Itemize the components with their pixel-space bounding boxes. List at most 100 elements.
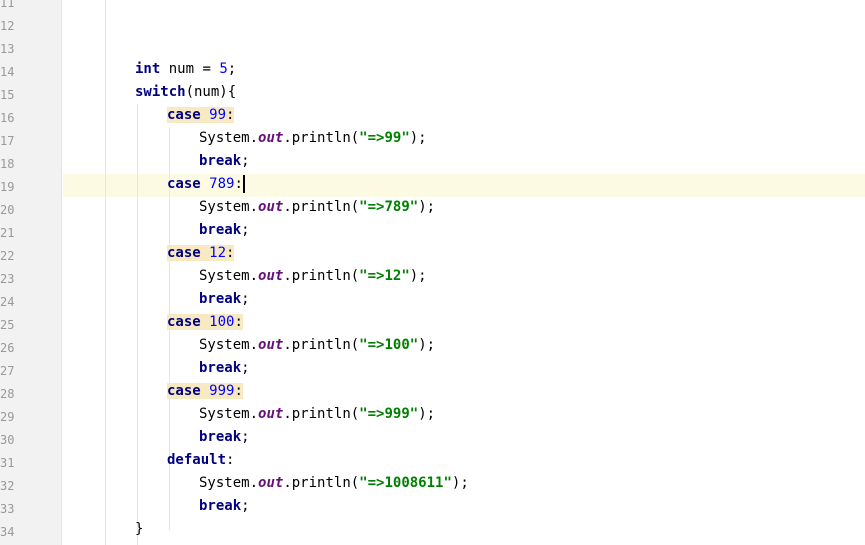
indent-guide xyxy=(137,104,138,545)
number-literal: 100 xyxy=(200,314,235,330)
code-line-26: System.out.println("=>100"); xyxy=(199,334,435,357)
code-text: .println( xyxy=(283,130,360,146)
code-line-18: break; xyxy=(199,150,250,173)
code-line-16: case 99: xyxy=(167,104,235,127)
code-text: System. xyxy=(199,268,259,284)
code-text: .println( xyxy=(283,337,360,353)
static-field: out xyxy=(258,406,284,422)
code-text: .println( xyxy=(283,475,360,491)
code-text: : xyxy=(226,245,235,261)
number-literal: 99 xyxy=(200,107,227,123)
number-literal: 12 xyxy=(200,245,227,261)
static-field: out xyxy=(258,337,284,353)
code-text: ); xyxy=(409,130,427,146)
string-literal: "=>12" xyxy=(359,268,410,284)
code-line-30: break; xyxy=(199,426,250,449)
line-number-gutter: 11 12 13 14 15 16 17 18 19 20 21 22 23 24 25 26 27 28 29 30… xyxy=(0,0,62,545)
code-text: ; xyxy=(241,291,250,307)
keyword: case xyxy=(167,176,201,192)
code-line-19: case 789: xyxy=(167,173,245,196)
code-text: System. xyxy=(199,199,259,215)
string-literal: "=>99" xyxy=(359,130,410,146)
keyword: case xyxy=(167,107,201,123)
code-line-28: case 999: xyxy=(167,380,243,403)
code-text: num = xyxy=(160,61,220,77)
code-text: ); xyxy=(409,268,427,284)
number-literal: 5 xyxy=(219,61,228,77)
line-number: 25 xyxy=(0,318,15,332)
static-field: out xyxy=(258,199,284,215)
code-text: : xyxy=(234,383,243,399)
line-number: 30 xyxy=(0,433,15,447)
code-text: ; xyxy=(241,360,250,376)
code-text: System. xyxy=(199,130,259,146)
text-caret xyxy=(242,175,245,193)
code-text: ; xyxy=(227,61,237,77)
line-number: 33 xyxy=(0,502,15,516)
line-number: 23 xyxy=(0,272,15,286)
static-field: out xyxy=(258,268,284,284)
keyword: default xyxy=(167,452,227,468)
line-number: 14 xyxy=(0,65,15,79)
line-number: 20 xyxy=(0,203,15,217)
code-text: ); xyxy=(418,199,436,215)
line-number: 21 xyxy=(0,226,15,240)
line-number: 31 xyxy=(0,456,15,470)
line-number: 17 xyxy=(0,134,15,148)
code-text: .println( xyxy=(283,406,360,422)
line-number: 27 xyxy=(0,364,15,378)
code-text: System. xyxy=(199,475,259,491)
code-line-27: break; xyxy=(199,357,250,380)
code-line-31: default: xyxy=(167,449,234,472)
closing-brace: } xyxy=(135,521,144,537)
line-number: 16 xyxy=(0,111,15,125)
code-text: ); xyxy=(418,406,436,422)
code-area[interactable]: int num = 5; switch(num){ case 99: Syste… xyxy=(63,0,865,545)
code-line-20: System.out.println("=>789"); xyxy=(199,196,435,219)
line-number: 28 xyxy=(0,387,15,401)
code-line-22: case 12: xyxy=(167,242,235,265)
code-text: : xyxy=(234,314,243,330)
line-number: 32 xyxy=(0,479,15,493)
code-text: System. xyxy=(199,337,259,353)
indent-guide xyxy=(105,0,106,545)
code-line-25: case 100: xyxy=(167,311,243,334)
line-number: 26 xyxy=(0,341,15,355)
line-number: 24 xyxy=(0,295,15,309)
keyword: case xyxy=(167,383,201,399)
static-field: out xyxy=(258,475,284,491)
code-text: ; xyxy=(241,222,250,238)
line-number: 13 xyxy=(0,42,15,56)
keyword: break xyxy=(199,429,242,445)
code-line-29: System.out.println("=>999"); xyxy=(199,403,435,426)
code-text: : xyxy=(234,176,243,192)
keyword: switch xyxy=(135,84,186,100)
code-line-17: System.out.println("=>99"); xyxy=(199,127,427,150)
line-number: 29 xyxy=(0,410,15,424)
keyword: break xyxy=(199,222,242,238)
code-line-14: int num = 5; xyxy=(135,58,236,81)
code-text: ; xyxy=(241,498,250,514)
number-literal: 789 xyxy=(200,176,235,192)
number-literal: 999 xyxy=(200,383,235,399)
line-number: 34 xyxy=(0,525,15,539)
line-number: 19 xyxy=(0,180,15,194)
code-line-33: break; xyxy=(199,495,250,518)
string-literal: "=>999" xyxy=(359,406,419,422)
code-editor[interactable]: 11 12 13 14 15 16 17 18 19 20 21 22 23 24 25 26 27 28 29 30… xyxy=(0,0,865,545)
keyword: int xyxy=(135,61,161,77)
line-number: 18 xyxy=(0,157,15,171)
code-text: .println( xyxy=(283,199,360,215)
string-literal: "=>1008611" xyxy=(359,475,452,491)
keyword: break xyxy=(199,360,242,376)
code-text: ; xyxy=(241,429,250,445)
code-text: : xyxy=(226,452,235,468)
string-literal: "=>789" xyxy=(359,199,419,215)
code-line-21: break; xyxy=(199,219,250,242)
keyword: break xyxy=(199,291,242,307)
code-text: ; xyxy=(241,153,250,169)
code-line-24: break; xyxy=(199,288,250,311)
keyword: case xyxy=(167,245,201,261)
code-text: (num){ xyxy=(185,84,237,100)
keyword: case xyxy=(167,314,201,330)
